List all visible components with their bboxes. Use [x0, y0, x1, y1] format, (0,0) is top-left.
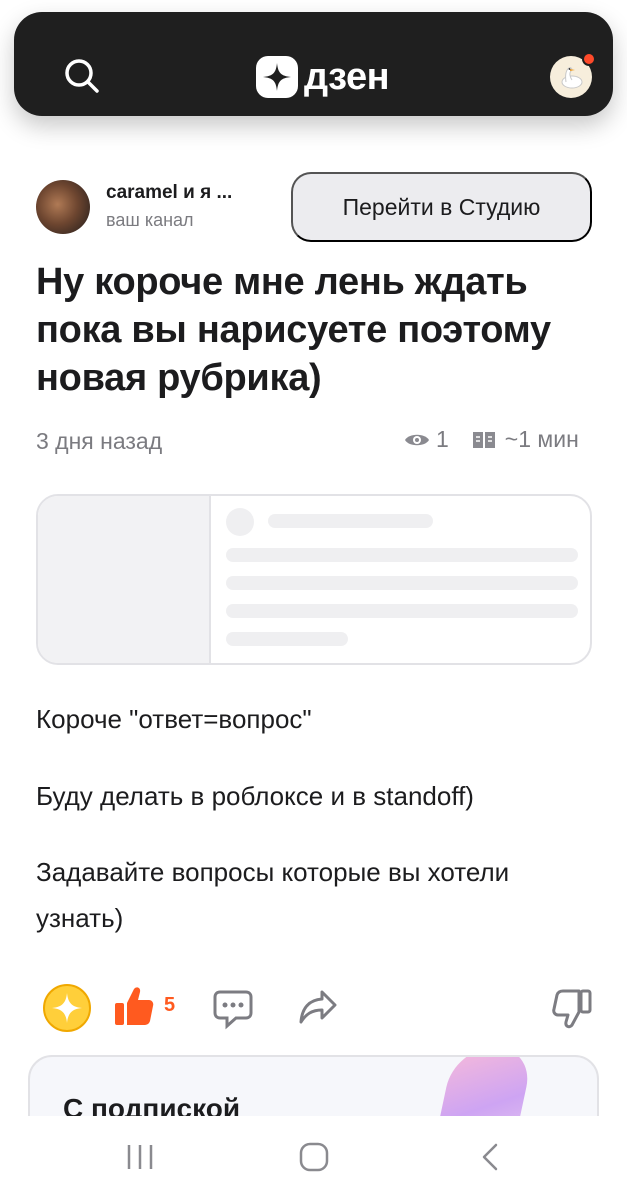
skeleton-avatar: [226, 508, 254, 536]
zen-star-icon: [256, 56, 298, 98]
channel-name[interactable]: caramel и я ...: [106, 182, 232, 204]
zen-sparkle-icon[interactable]: [42, 983, 92, 1038]
channel-avatar[interactable]: [36, 180, 90, 234]
back-icon[interactable]: [476, 1142, 504, 1177]
logo-text: дзен: [304, 56, 390, 98]
comment-icon[interactable]: [212, 988, 254, 1035]
paragraph: Буду делать в роблоксе и в standoff): [36, 781, 474, 811]
recent-apps-icon[interactable]: [124, 1142, 156, 1177]
system-navigation-bar: [0, 1116, 627, 1200]
embedded-card-placeholder[interactable]: [36, 494, 592, 665]
skeleton-line: [268, 514, 433, 528]
thumbs-up-icon[interactable]: [114, 985, 154, 1032]
book-icon: [471, 429, 497, 451]
skeleton-line: [226, 632, 348, 646]
channel-row: caramel и я ... ваш канал Перейти в Студ…: [36, 172, 596, 242]
zen-logo[interactable]: дзен: [256, 56, 390, 98]
embed-image-placeholder: [38, 496, 211, 663]
skeleton-line: [226, 548, 578, 562]
read-time: ~1 мин: [504, 426, 579, 452]
top-app-bar: дзен: [14, 12, 613, 116]
home-icon[interactable]: [298, 1142, 330, 1177]
paragraph: Короче "ответ=вопрос": [36, 704, 312, 734]
paragraph: Задавайте вопросы которые вы хотели узна…: [36, 857, 510, 933]
reaction-bar: 5: [36, 980, 596, 1036]
go-to-studio-button[interactable]: Перейти в Студию: [291, 172, 592, 242]
eye-icon: [404, 431, 430, 449]
notification-dot: [582, 52, 596, 66]
article-title: Ну короче мне лень ждать пока вы нарисуе…: [36, 261, 551, 399]
search-icon[interactable]: [62, 56, 102, 96]
likes-count: 5: [164, 994, 176, 1016]
publish-time: 3 дня назад: [36, 428, 163, 454]
views-count: 1: [436, 426, 449, 452]
skeleton-line: [226, 576, 578, 590]
channel-subtitle: ваш канал: [106, 210, 194, 230]
share-icon[interactable]: [298, 988, 338, 1031]
skeleton-line: [226, 604, 578, 618]
article-stats: 1 ~1 мин: [404, 426, 579, 453]
thumbs-down-icon[interactable]: [552, 988, 592, 1035]
